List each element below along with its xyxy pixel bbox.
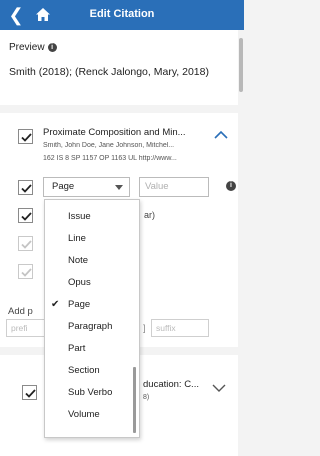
source-checkbox[interactable] [18,129,33,144]
locator-type-select[interactable]: Page [43,177,130,197]
option-checkbox-disabled[interactable] [18,264,33,279]
dropdown-option-volume[interactable]: Volume [45,405,139,425]
option-checkbox[interactable] [18,208,33,223]
dropdown-scrollbar[interactable] [133,367,136,433]
dropdown-option-opus[interactable]: Opus [45,273,139,293]
locator-checkbox[interactable] [18,180,33,195]
dropdown-option-issue[interactable]: Issue [45,207,139,227]
info-icon[interactable]: i [226,181,236,191]
bracket-fragment: ] [143,323,146,333]
scrollbar-track[interactable] [238,30,244,456]
locator-type-value: Page [52,181,75,192]
scrollbar-thumb[interactable] [239,38,243,92]
dropdown-option-section[interactable]: Section [45,361,139,381]
dropdown-option-page[interactable]: ✔ Page [45,295,139,315]
preview-text: Smith (2018); (Renck Jalongo, Mary, 2018… [9,66,209,78]
source-title[interactable]: ducation: C... [143,379,211,390]
add-prefix-label: Add p [8,306,33,317]
preview-label: Preview [9,42,45,53]
header-bar: ❮ Edit Citation [0,0,244,30]
checkmark-icon: ✔ [51,299,60,310]
source-locator: 162 IS 8 SP 1157 OP 1163 UL http://www..… [43,155,177,162]
locator-type-dropdown: Issue Line Note Opus ✔ Page Paragraph Par… [44,199,140,438]
dropdown-option-sub-verbo[interactable]: Sub Verbo [45,383,139,403]
source-authors: Smith, John Doe, Jane Johnson, Mitchel..… [43,142,175,149]
prefix-input[interactable]: prefi [6,319,46,337]
option-checkbox-disabled[interactable] [18,236,33,251]
chevron-down-icon[interactable] [212,380,226,392]
section-divider [0,105,238,113]
info-icon[interactable]: i [47,43,57,52]
suffix-input[interactable]: suffix [151,319,209,337]
preview-heading: Preview i [9,42,57,53]
option-label-fragment: ar) [144,210,155,220]
source-title[interactable]: Proximate Composition and Min... [43,127,209,138]
source-checkbox[interactable] [22,385,37,400]
page-title: Edit Citation [89,8,155,20]
locator-value-input[interactable]: Value [139,177,209,197]
caret-down-icon [115,185,123,190]
chevron-up-icon[interactable] [214,127,228,139]
source-subtitle: 8) [143,394,150,401]
dropdown-option-note[interactable]: Note [45,251,139,271]
dropdown-option-paragraph[interactable]: Paragraph [45,317,139,337]
dropdown-option-line[interactable]: Line [45,229,139,249]
dropdown-option-part[interactable]: Part [45,339,139,359]
